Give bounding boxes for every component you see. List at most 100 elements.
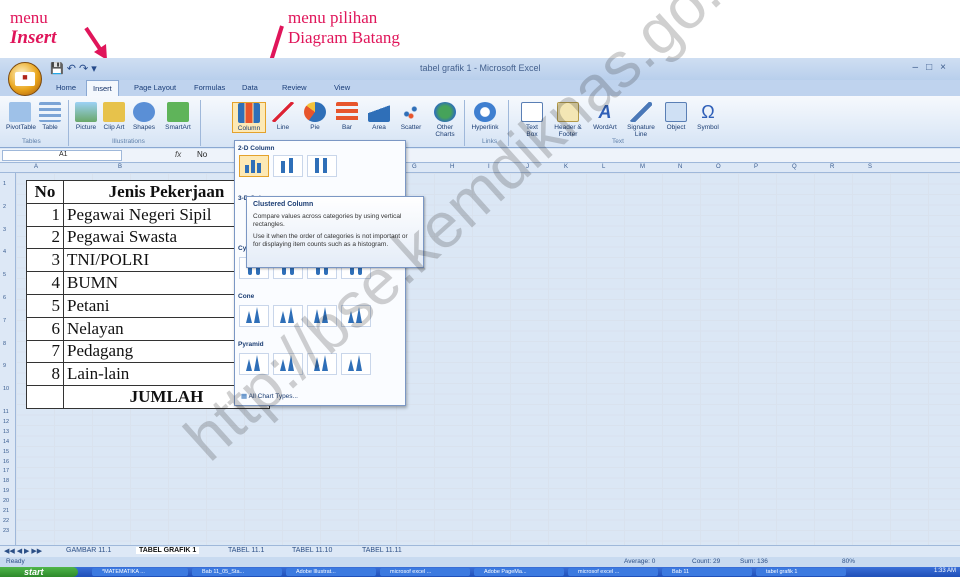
row-header[interactable]: 19 [3, 488, 9, 494]
scatter-chart-button[interactable]: Scatter [396, 102, 426, 131]
tab-home[interactable]: Home [50, 82, 82, 93]
wordart-button[interactable]: A WordArt [590, 102, 620, 131]
taskbar-item[interactable]: tabel grafik 1 [756, 568, 846, 576]
column-header[interactable]: O [716, 164, 721, 170]
smartart-button[interactable]: SmartArt [162, 102, 194, 131]
row-header[interactable]: 9 [3, 363, 6, 369]
row-header[interactable]: 22 [3, 518, 9, 524]
row-header[interactable]: 7 [3, 318, 6, 324]
sheet-nav-icon[interactable]: ◀◀ ◀ ▶ ▶▶ [4, 547, 42, 555]
column-header[interactable]: R [830, 164, 834, 170]
taskbar-item[interactable]: Adobe Illustrat... [286, 568, 376, 576]
column-header[interactable]: K [564, 164, 568, 170]
table-button[interactable]: Table [36, 102, 64, 131]
column-chart-button[interactable]: Column [232, 102, 266, 133]
tab-review[interactable]: Review [276, 82, 313, 93]
area-chart-button[interactable]: Area [366, 102, 392, 131]
clip-art-button[interactable]: Clip Art [102, 102, 126, 131]
column-header[interactable]: B [118, 164, 122, 170]
pyramid-option[interactable] [307, 353, 337, 375]
start-button[interactable]: start [0, 567, 78, 577]
column-header[interactable]: H [450, 164, 454, 170]
tab-page-layout[interactable]: Page Layout [128, 82, 182, 93]
sheet-tab[interactable]: TABEL 11.10 [292, 547, 332, 554]
row-header[interactable]: 11 [3, 409, 9, 415]
row-header[interactable]: 20 [3, 498, 9, 504]
column-header[interactable]: S [868, 164, 872, 170]
row-header[interactable]: 18 [3, 478, 9, 484]
row-header[interactable]: 15 [3, 449, 9, 455]
column-header[interactable]: G [412, 164, 417, 170]
row-header[interactable]: 16 [3, 459, 9, 465]
taskbar-item[interactable]: microsof excel ... [568, 568, 658, 576]
formula-input[interactable]: No [197, 150, 207, 159]
row-header[interactable]: 21 [3, 508, 9, 514]
cone-option[interactable] [239, 305, 269, 327]
text-box-button[interactable]: Text Box [520, 102, 544, 138]
column-header[interactable]: Q [792, 164, 797, 170]
signature-line-button[interactable]: Signature Line [624, 102, 658, 138]
pivottable-button[interactable]: PivotTable [6, 102, 36, 131]
cone-option[interactable] [307, 305, 337, 327]
row-header[interactable]: 12 [3, 419, 9, 425]
column-header[interactable]: J [526, 164, 529, 170]
taskbar-item[interactable]: microsof excel ... [380, 568, 470, 576]
pyramid-option[interactable] [239, 353, 269, 375]
column-header[interactable]: A [34, 164, 38, 170]
pyramid-option[interactable] [273, 353, 303, 375]
sheet-tab[interactable]: TABEL 11.1 [228, 547, 264, 554]
bar-chart-button[interactable]: Bar [334, 102, 360, 131]
taskbar-item[interactable]: Bab 11_05_Sta... [192, 568, 282, 576]
pie-chart-button[interactable]: Pie [302, 102, 328, 131]
row-header[interactable]: 2 [3, 204, 6, 210]
row-header[interactable]: 3 [3, 227, 6, 233]
sheet-tab[interactable]: GAMBAR 11.1 [66, 547, 111, 554]
line-chart-button[interactable]: Line [270, 102, 296, 131]
row-header[interactable]: 4 [3, 249, 6, 255]
row-header[interactable]: 6 [3, 295, 6, 301]
row-header[interactable]: 17 [3, 468, 9, 474]
row-header[interactable]: 23 [3, 528, 9, 534]
column-header[interactable]: P [754, 164, 758, 170]
taskbar-item[interactable]: *MATEMATIKA ... [92, 568, 188, 576]
100-stacked-column-option[interactable] [307, 155, 337, 177]
row-header[interactable]: 8 [3, 341, 6, 347]
zoom-level[interactable]: 80% [842, 558, 855, 565]
column-header[interactable]: N [678, 164, 682, 170]
office-button[interactable]: ■ [8, 62, 42, 96]
column-header[interactable]: I [488, 164, 490, 170]
column-header[interactable]: L [602, 164, 605, 170]
section-cone: Cone [238, 293, 255, 300]
object-button[interactable]: Object [662, 102, 690, 131]
all-chart-types-link[interactable]: ▦ All Chart Types... [241, 392, 298, 400]
row-header[interactable]: 13 [3, 429, 9, 435]
window-controls[interactable]: –□× [913, 62, 954, 73]
pyramid-option[interactable] [341, 353, 371, 375]
other-charts-button[interactable]: Other Charts [430, 102, 460, 138]
taskbar-item[interactable]: Bab 11 [662, 568, 752, 576]
column-header[interactable]: M [640, 164, 645, 170]
row-header[interactable]: 14 [3, 439, 9, 445]
tab-insert[interactable]: Insert [86, 80, 119, 96]
symbol-button[interactable]: Ω Symbol [694, 102, 722, 131]
taskbar-item[interactable]: Adobe PageMa... [474, 568, 564, 576]
header-footer-button[interactable]: Header & Footer [550, 102, 586, 138]
clustered-column-option[interactable] [239, 155, 269, 177]
sheet-tab[interactable]: TABEL 11.11 [362, 547, 402, 554]
stacked-column-option[interactable] [273, 155, 303, 177]
name-box[interactable]: A1 [2, 150, 122, 161]
hyperlink-button[interactable]: Hyperlink [468, 102, 502, 131]
quick-access-toolbar[interactable]: 💾 ↶ ↷ ▾ [50, 62, 97, 75]
row-header[interactable]: 10 [3, 386, 9, 392]
tab-formulas[interactable]: Formulas [188, 82, 231, 93]
shapes-button[interactable]: Shapes [130, 102, 158, 131]
cone-option[interactable] [273, 305, 303, 327]
row-header[interactable]: 5 [3, 272, 6, 278]
row-header[interactable]: 1 [3, 181, 6, 187]
sheet-tab-active[interactable]: TABEL GRAFIK 1 [136, 547, 200, 554]
tab-data[interactable]: Data [236, 82, 264, 93]
picture-button[interactable]: Picture [72, 102, 100, 131]
tab-view[interactable]: View [328, 82, 356, 93]
fx-icon[interactable]: fx [175, 150, 181, 159]
cone-option[interactable] [341, 305, 371, 327]
